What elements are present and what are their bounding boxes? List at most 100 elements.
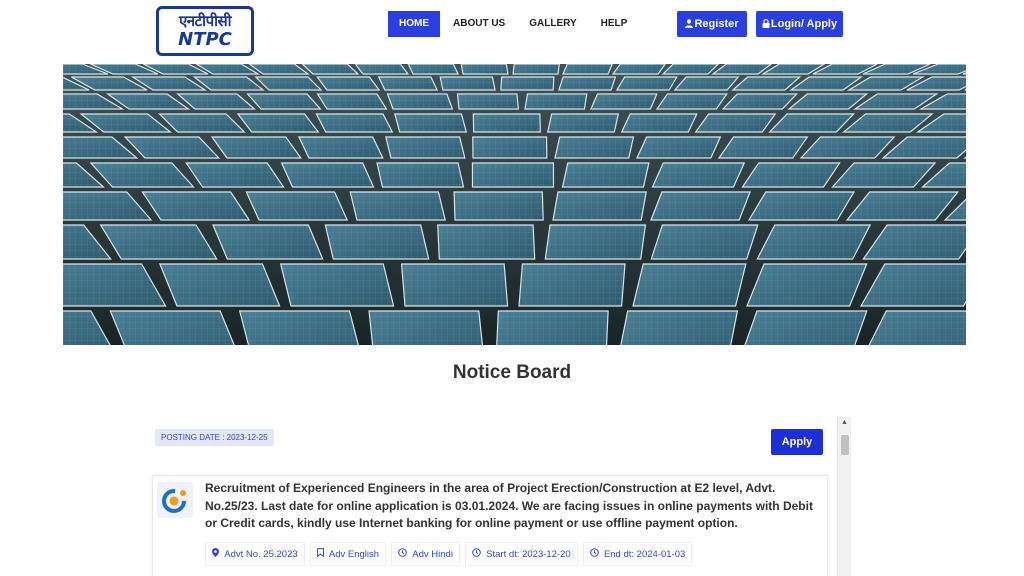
clock-icon — [472, 548, 483, 559]
solar-panel-cells — [500, 77, 554, 90]
solar-panel-cells — [461, 64, 508, 74]
solar-panel-cells — [719, 137, 808, 158]
solar-panel-cells — [237, 114, 319, 132]
notice-panel: POSTING DATE : 2023-12-25 Apply Recruitm… — [149, 417, 851, 576]
nav-about-us[interactable]: ABOUT US — [442, 11, 516, 37]
nav-gallery[interactable]: GALLERY — [518, 11, 587, 37]
solar-panel-cells — [558, 77, 616, 90]
logo-english-text: NTPC — [178, 29, 232, 50]
clock-icon — [398, 548, 409, 559]
map-marker-icon — [212, 548, 221, 559]
notice-tags: Advt No. 25.2023 Adv English Adv Hindi S… — [205, 542, 697, 566]
notice-card: Recruitment of Experienced Engineers in … — [152, 475, 828, 576]
solar-panels-image — [63, 64, 966, 345]
solar-panel-cells — [545, 225, 646, 259]
solar-panel-cells — [562, 163, 649, 187]
solar-panel-cells — [280, 264, 394, 306]
solar-panel-cells — [110, 311, 235, 345]
solar-panel-cells — [355, 64, 408, 74]
solar-panel-cells — [553, 192, 647, 220]
solar-panel-cells — [616, 77, 677, 90]
solar-panel-cells — [747, 264, 867, 306]
tag-end-date-label: End dt: 2024-01-03 — [603, 549, 686, 560]
solar-panel-cells — [454, 192, 544, 220]
solar-panel-cells — [394, 114, 467, 132]
tag-end-date: End dt: 2024-01-03 — [582, 542, 693, 566]
solar-panel-cells — [316, 114, 393, 132]
nav-home[interactable]: HOME — [388, 11, 440, 37]
solar-panel-cells — [757, 225, 871, 259]
solar-panel-cells — [378, 77, 438, 90]
solar-panel-cells — [633, 264, 746, 306]
solar-panel-cells — [621, 114, 697, 132]
tag-adv-english-label: Adv English — [328, 549, 380, 560]
notice-logo-icon — [157, 482, 193, 518]
solar-panel-cells — [695, 114, 776, 132]
tag-adv-hindi[interactable]: Adv Hindi — [391, 542, 460, 566]
solar-panel-cells — [519, 264, 625, 306]
solar-panel-cells — [212, 225, 323, 259]
solar-panel-cells — [637, 137, 721, 158]
solar-panel-cells — [472, 163, 554, 187]
main-nav: HOME ABOUT US GALLERY HELP — [388, 11, 638, 37]
solar-panel-cells — [281, 163, 374, 187]
logo-hindi-text: एनटीपीसी — [179, 12, 232, 30]
solar-panel-cells — [749, 192, 854, 220]
bookmark-icon — [316, 548, 326, 559]
solar-panel-cells — [555, 137, 634, 158]
solar-panel-cells — [457, 94, 519, 109]
header: एनटीपीसी NTPC HOME ABOUT US GALLERY HELP… — [0, 0, 1024, 62]
solar-panel-cells — [440, 77, 496, 90]
solar-panel-cells — [369, 311, 483, 345]
notice-text: Recruitment of Experienced Engineers in … — [205, 481, 813, 530]
solar-panel-cells — [613, 64, 666, 74]
ntpc-logo[interactable]: एनटीपीसी NTPC — [156, 6, 254, 56]
solar-panel-cells — [350, 192, 446, 220]
tag-advt-number[interactable]: Advt No. 25.2023 — [205, 542, 305, 566]
solar-panel-cells — [159, 264, 280, 306]
solar-panel-cells — [387, 94, 453, 109]
solar-panel-cells — [657, 94, 727, 109]
posting-date-badge: POSTING DATE : 2023-12-25 — [155, 429, 274, 446]
solar-panel-cells — [620, 311, 738, 345]
solar-panel-cells — [408, 64, 458, 74]
tag-adv-hindi-label: Adv Hindi — [412, 549, 453, 560]
solar-panel-cells — [317, 94, 387, 109]
notice-board-title: Notice Board — [452, 362, 572, 383]
tag-start-date: Start dt: 2023-12-20 — [464, 542, 578, 566]
scroll-thumb[interactable] — [841, 435, 849, 455]
solar-panel-cells — [239, 311, 359, 345]
solar-panel-cells — [325, 225, 429, 259]
user-icon — [685, 18, 694, 30]
solar-panel-cells — [472, 137, 547, 158]
tag-start-date-label: Start dt: 2023-12-20 — [486, 549, 571, 560]
tag-adv-english[interactable]: Adv English — [309, 542, 387, 566]
solar-panel-cells — [385, 137, 465, 158]
solar-panel-cells — [377, 163, 464, 187]
solar-panel-cells — [742, 163, 840, 187]
solar-panel-cells — [651, 192, 751, 220]
register-label: Register — [694, 18, 739, 30]
solar-panel-cells — [142, 192, 250, 220]
solar-panel-cells — [211, 137, 301, 158]
solar-panel-cells — [513, 64, 560, 74]
solar-panel-cells — [401, 264, 508, 306]
apply-button[interactable]: Apply — [771, 429, 823, 455]
login-label: Login/ Apply — [770, 18, 838, 30]
solar-panel-cells — [652, 163, 745, 187]
clock-icon — [589, 548, 601, 559]
lock-icon — [762, 18, 770, 30]
scroll-up-arrow-icon[interactable]: ▲ — [841, 419, 848, 426]
page: एनटीपीसी NTPC HOME ABOUT US GALLERY HELP… — [0, 0, 1024, 576]
solar-panel-cells — [437, 225, 535, 259]
solar-panels-banner — [63, 64, 966, 345]
solar-panel-cells — [298, 137, 383, 158]
login-apply-button[interactable]: Login/ Apply — [756, 11, 843, 37]
notice-scrollbar[interactable]: ▲ — [837, 417, 851, 576]
solar-panel-cells — [186, 163, 284, 187]
solar-panel-cells — [525, 94, 587, 109]
solar-panel-cells — [547, 114, 619, 132]
nav-help[interactable]: HELP — [590, 11, 639, 37]
solar-panel-cells — [563, 64, 613, 74]
register-button[interactable]: Register — [677, 11, 747, 37]
